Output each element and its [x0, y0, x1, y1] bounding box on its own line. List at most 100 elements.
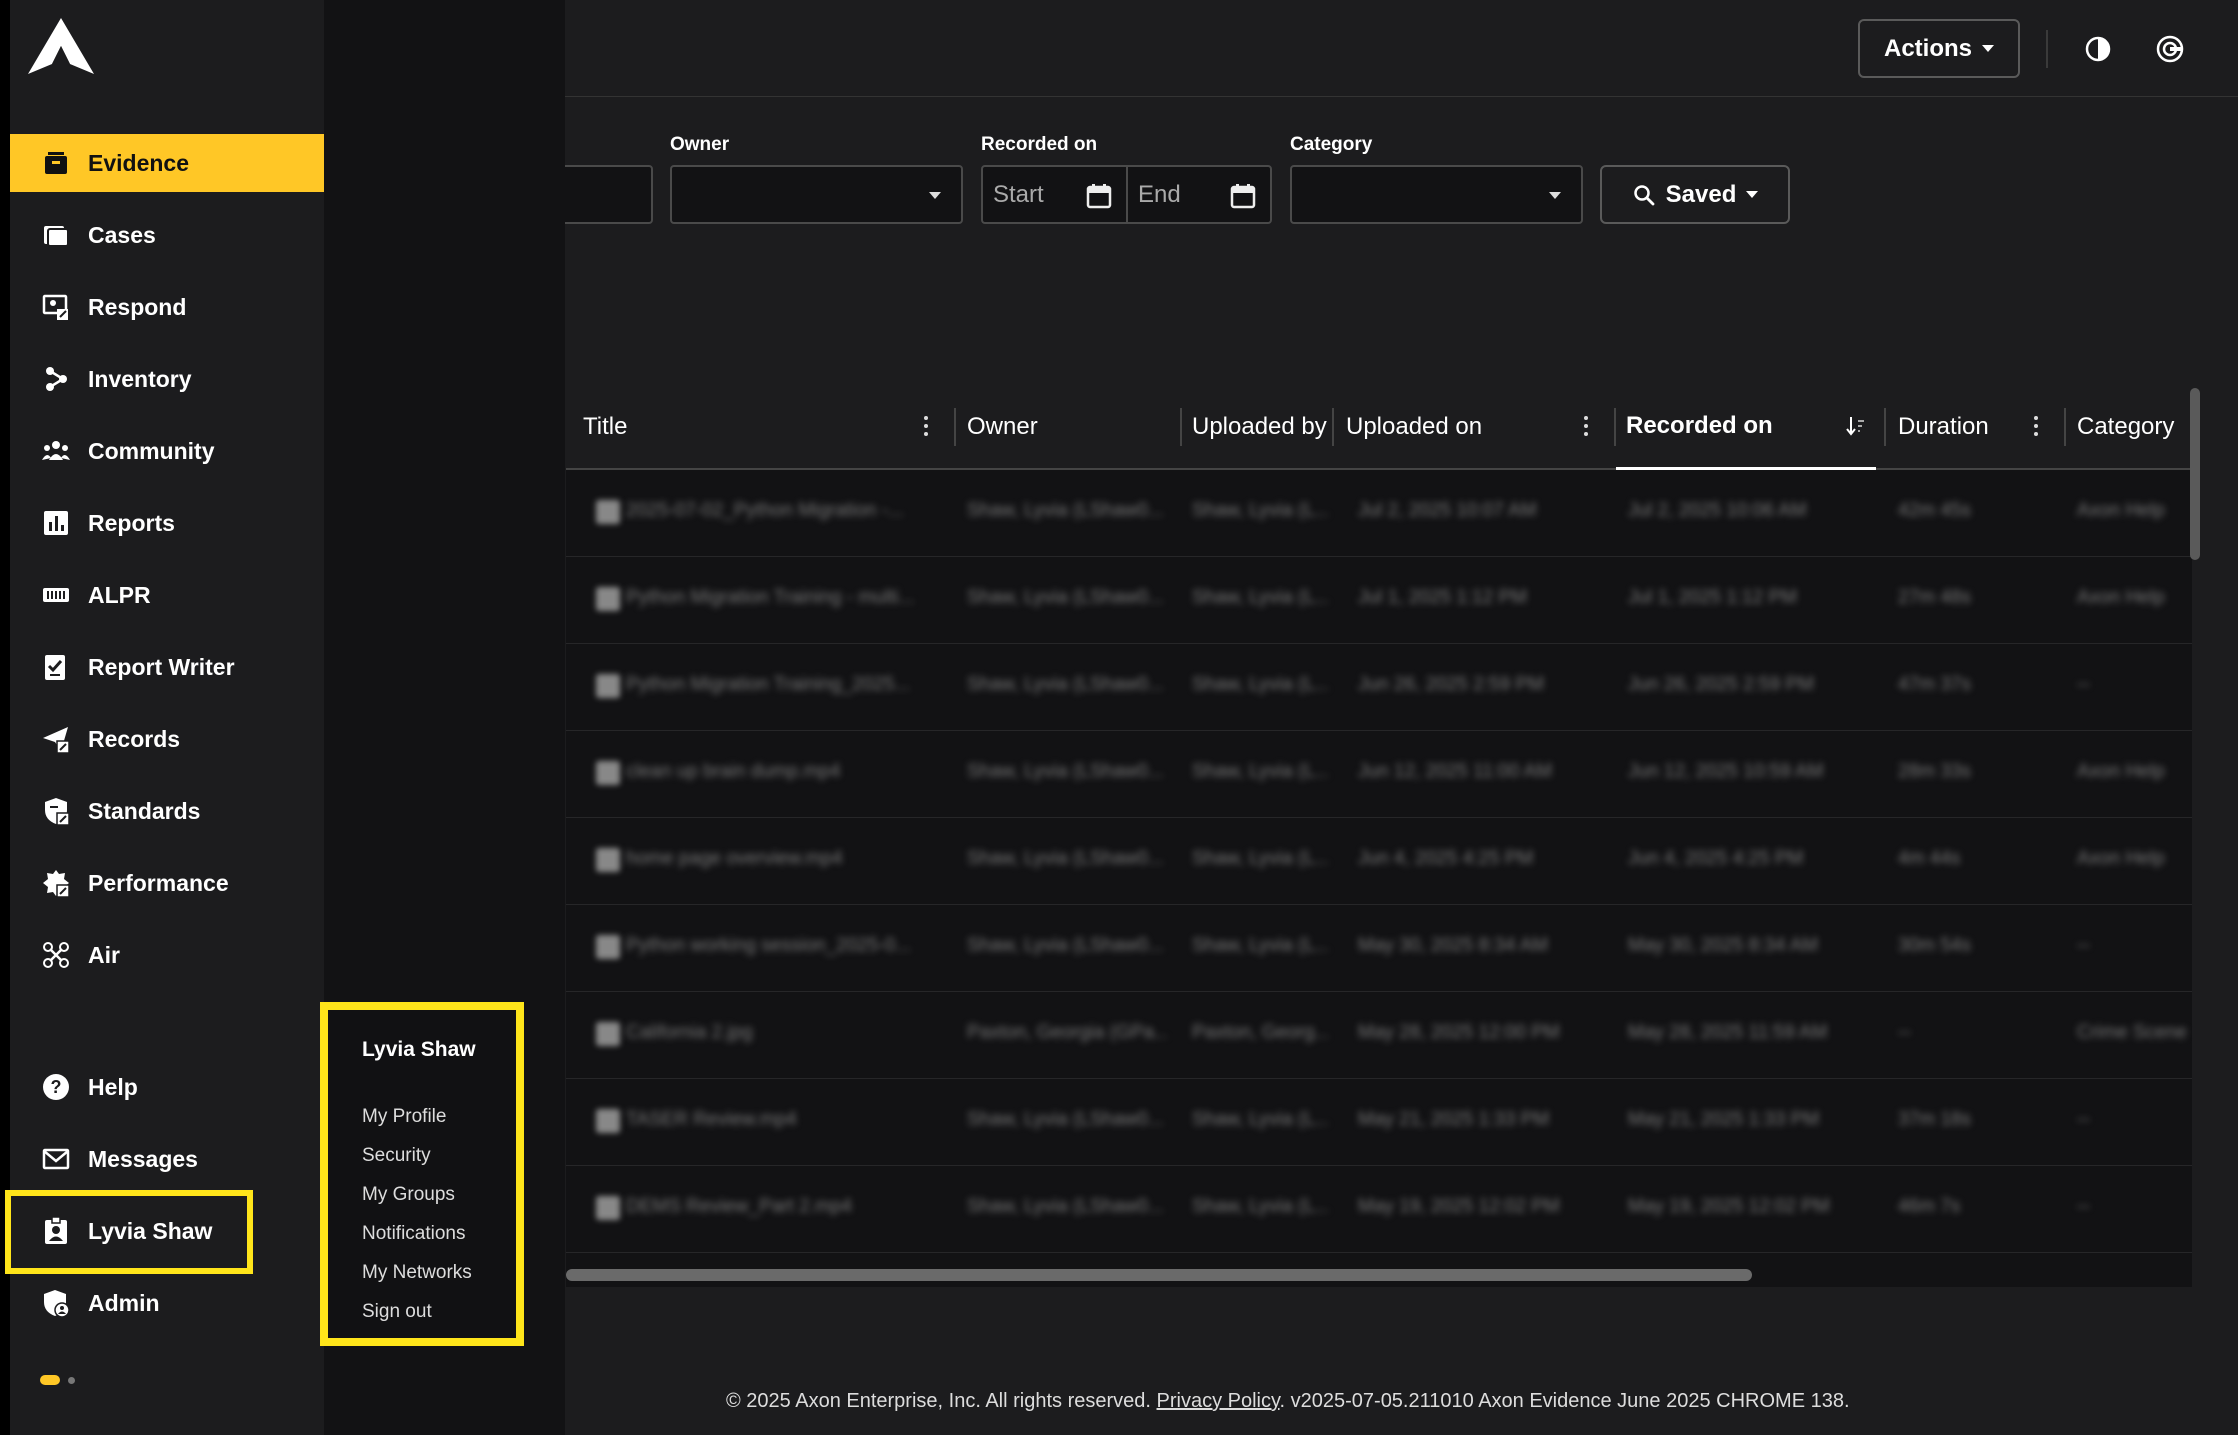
- column-menu-icon[interactable]: [2033, 416, 2039, 438]
- row-checkbox[interactable]: [596, 674, 620, 698]
- row-checkbox[interactable]: [596, 1196, 620, 1220]
- column-menu-icon[interactable]: [1583, 416, 1589, 438]
- messages-icon: [40, 1143, 72, 1175]
- table-row[interactable]: 2025-07-02_Python Migration -... Shaw, Ly…: [566, 470, 2192, 557]
- axon-circle-icon[interactable]: [2152, 31, 2188, 67]
- cell-title[interactable]: California 2.jpg: [626, 1022, 946, 1044]
- user-menu-item-my-profile[interactable]: My Profile: [362, 1106, 446, 1128]
- sidebar-item-alpr[interactable]: ALPR: [10, 566, 324, 624]
- cell-recorded-on: Jun 4, 2025 4:25 PM: [1628, 848, 1804, 869]
- column-header-uploaded-by[interactable]: Uploaded by: [1192, 384, 1327, 470]
- category-select[interactable]: [1290, 165, 1583, 224]
- sidebar-item-help[interactable]: ? Help: [10, 1058, 324, 1116]
- cell-title[interactable]: Python working session_2025-0...: [626, 935, 946, 957]
- cell-uploaded-by: Shaw, Lyvia (L...: [1192, 587, 1328, 608]
- user-menu-item-my-networks[interactable]: My Networks: [362, 1262, 472, 1284]
- cell-duration: 37m 18s: [1898, 1109, 1971, 1130]
- cell-title[interactable]: home page overview.mp4: [626, 848, 946, 870]
- column-header-owner[interactable]: Owner: [967, 384, 1038, 470]
- cell-duration: 46m 7s: [1898, 1196, 1961, 1217]
- cell-title[interactable]: DEMS Review_Part 2.mp4: [626, 1196, 946, 1218]
- user-menu-item-notifications[interactable]: Notifications: [362, 1223, 466, 1245]
- column-header-duration[interactable]: Duration: [1898, 384, 1989, 470]
- column-header-uploaded-on[interactable]: Uploaded on: [1346, 384, 1482, 470]
- calendar-icon[interactable]: [1086, 183, 1112, 216]
- cell-title[interactable]: TASER Review.mp4: [626, 1109, 946, 1131]
- cell-owner: Shaw, Lyvia (LShaw0...: [967, 848, 1164, 869]
- user-menu-item-sign-out[interactable]: Sign out: [362, 1301, 432, 1323]
- cell-title[interactable]: 2025-07-02_Python Migration -...: [626, 500, 946, 522]
- cell-uploaded-on: Jun 26, 2025 2:59 PM: [1358, 674, 1544, 695]
- sidebar-item-report-writer[interactable]: Report Writer: [10, 638, 324, 696]
- sidebar-item-community[interactable]: Community: [10, 422, 324, 480]
- table-row[interactable]: Python Migration Training - multi... Shaw…: [566, 557, 2192, 644]
- sidebar-item-label: Inventory: [88, 365, 192, 392]
- column-header-category[interactable]: Category: [2077, 384, 2174, 470]
- table-row[interactable]: DEMS Review_Part 2.mp4 Shaw, Lyvia (LShaw…: [566, 1166, 2192, 1253]
- table-row[interactable]: TASER Review.mp4 Shaw, Lyvia (LShaw0... Sh…: [566, 1079, 2192, 1166]
- sidebar-item-respond[interactable]: Respond: [10, 278, 324, 336]
- column-divider[interactable]: [1180, 408, 1182, 446]
- sidebar-item-label: Air: [88, 941, 120, 968]
- cell-owner: Paxton, Georgia (GPa...: [967, 1022, 1167, 1043]
- column-header-title[interactable]: Title: [583, 384, 627, 470]
- sidebar-item-air[interactable]: Air: [10, 926, 324, 984]
- table-row[interactable]: home page overview.mp4 Shaw, Lyvia (LShaw…: [566, 818, 2192, 905]
- owner-select[interactable]: [670, 165, 963, 224]
- user-menu-item-security[interactable]: Security: [362, 1145, 431, 1167]
- cell-uploaded-on: May 19, 2025 12:02 PM: [1358, 1196, 1560, 1217]
- sidebar-item-standards[interactable]: Standards: [10, 782, 324, 840]
- vertical-scrollbar[interactable]: [2190, 388, 2200, 560]
- owner-filter-label: Owner: [670, 134, 730, 155]
- row-checkbox[interactable]: [596, 935, 620, 959]
- actions-button[interactable]: Actions: [1858, 19, 2020, 78]
- row-checkbox[interactable]: [596, 848, 620, 872]
- table-row[interactable]: Python Migration Training_2025... Shaw, L…: [566, 644, 2192, 731]
- sidebar-item-reports[interactable]: Reports: [10, 494, 324, 552]
- column-divider[interactable]: [1332, 408, 1334, 446]
- privacy-policy-link[interactable]: Privacy Policy: [1157, 1390, 1280, 1412]
- table-row[interactable]: clean up brain dump.mp4 Shaw, Lyvia (LSha…: [566, 731, 2192, 818]
- column-divider[interactable]: [1884, 408, 1886, 446]
- cell-owner: Shaw, Lyvia (LShaw0...: [967, 935, 1164, 956]
- row-checkbox[interactable]: [596, 1109, 620, 1133]
- column-header-recorded-on[interactable]: Recorded on: [1616, 384, 1876, 470]
- user-menu-item-my-groups[interactable]: My Groups: [362, 1184, 455, 1206]
- sidebar-item-records[interactable]: Records: [10, 710, 324, 768]
- cell-owner: Shaw, Lyvia (LShaw0...: [967, 587, 1164, 608]
- column-divider[interactable]: [2064, 408, 2066, 446]
- page-indicator-active: [40, 1375, 60, 1385]
- table-row[interactable]: California 2.jpg Paxton, Georgia (GPa... P…: [566, 992, 2192, 1079]
- sidebar-item-label: Community: [88, 437, 215, 464]
- row-checkbox[interactable]: [596, 500, 620, 524]
- cell-title[interactable]: Python Migration Training - multi...: [626, 587, 946, 609]
- sidebar-item-label: Reports: [88, 509, 175, 536]
- sidebar-item-cases[interactable]: Cases: [10, 206, 324, 264]
- column-menu-icon[interactable]: [923, 416, 929, 438]
- end-date-field[interactable]: End: [1126, 165, 1272, 224]
- row-checkbox[interactable]: [596, 1022, 620, 1046]
- calendar-icon[interactable]: [1230, 183, 1256, 216]
- cell-uploaded-on: May 28, 2025 12:00 PM: [1358, 1022, 1560, 1043]
- row-checkbox[interactable]: [596, 761, 620, 785]
- sidebar-item-inventory[interactable]: Inventory: [10, 350, 324, 408]
- sidebar-item-lyvia-shaw[interactable]: Lyvia Shaw: [10, 1202, 324, 1260]
- table-row[interactable]: Python working session_2025-0... Shaw, Ly…: [566, 905, 2192, 992]
- sort-descending-icon[interactable]: [1846, 414, 1866, 438]
- cell-owner: Shaw, Lyvia (LShaw0...: [967, 1109, 1164, 1130]
- sidebar-item-messages[interactable]: Messages: [10, 1130, 324, 1188]
- row-checkbox[interactable]: [596, 587, 620, 611]
- sidebar-item-evidence[interactable]: Evidence: [10, 134, 324, 192]
- footer: © 2025 Axon Enterprise, Inc. All rights …: [726, 1390, 1850, 1413]
- column-divider[interactable]: [954, 408, 956, 446]
- start-date-field[interactable]: Start: [981, 165, 1128, 224]
- cell-title[interactable]: Python Migration Training_2025...: [626, 674, 946, 696]
- sidebar-item-performance[interactable]: Performance: [10, 854, 324, 912]
- axon-logo-icon[interactable]: [26, 16, 96, 78]
- saved-searches-button[interactable]: Saved: [1600, 165, 1790, 224]
- horizontal-scrollbar[interactable]: [566, 1269, 1752, 1281]
- sidebar-item-admin[interactable]: Admin: [10, 1274, 324, 1332]
- cell-title[interactable]: clean up brain dump.mp4: [626, 761, 946, 783]
- alpr-icon: [40, 579, 72, 611]
- contrast-icon[interactable]: [2080, 31, 2116, 67]
